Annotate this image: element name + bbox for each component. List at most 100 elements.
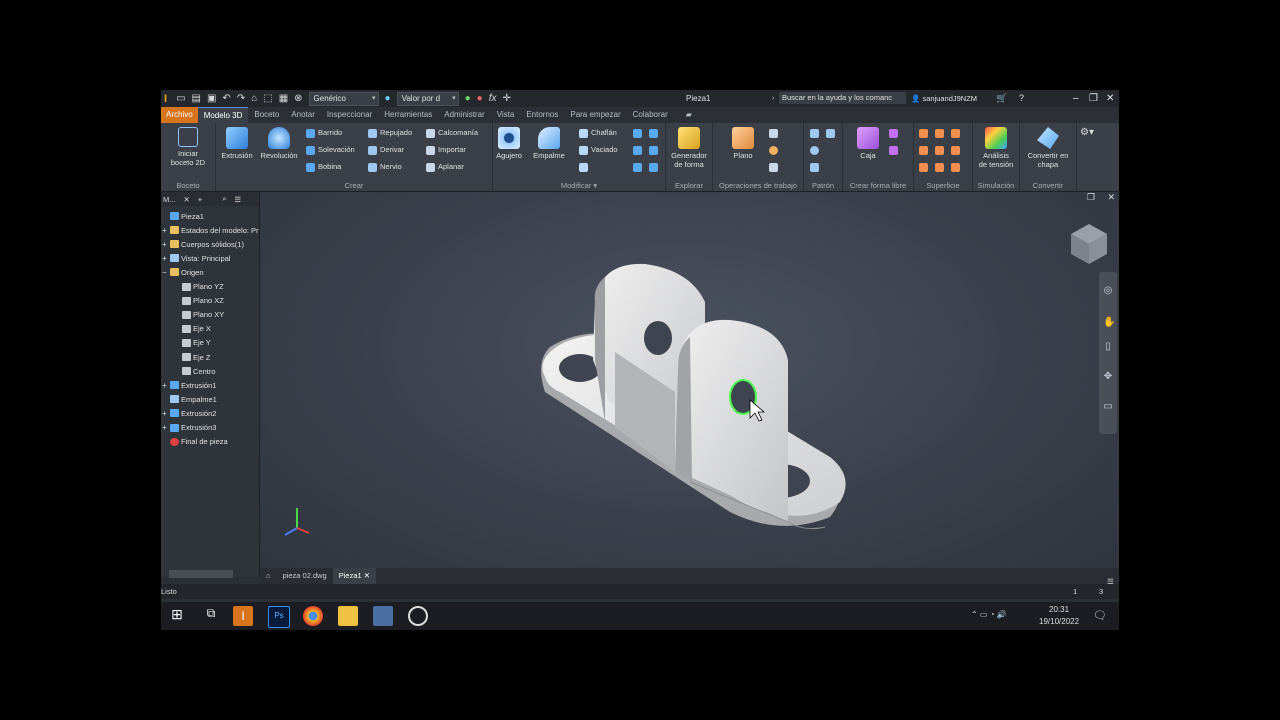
fillet-button[interactable]: Empalme — [529, 127, 569, 160]
expand-icon[interactable]: + — [162, 409, 170, 418]
tab-archivo[interactable]: Archivo — [161, 107, 198, 123]
redo-icon[interactable]: ↷ — [237, 90, 245, 107]
home-icon[interactable]: ⌂ — [251, 90, 257, 107]
doc-tab-pieza-02[interactable]: pieza 02.dwg — [277, 568, 333, 584]
status-menu-icon[interactable]: ☰ — [1107, 574, 1114, 589]
unwrap-button[interactable]: Aplanar — [426, 161, 464, 173]
user-account[interactable]: 👤 sanjuandJ9NZM — [911, 90, 977, 107]
tree-item-plano-xy[interactable]: Plano XY — [174, 309, 224, 321]
tree-item-vista-principal[interactable]: + Vista: Principal — [162, 252, 230, 264]
thicken-icon[interactable] — [649, 129, 658, 138]
select-icon[interactable]: ⬚ — [263, 90, 272, 107]
clock-date[interactable]: 19/10/2022 — [1039, 617, 1079, 626]
zoom-icon[interactable]: ▯ — [1103, 342, 1113, 352]
start-sketch-button[interactable]: Iniciar boceto 2D — [167, 127, 209, 167]
calculator-icon[interactable] — [373, 606, 393, 626]
stitch-icon[interactable] — [919, 129, 928, 138]
decal-button[interactable]: Calcomanía — [426, 127, 478, 139]
rectangular-pattern-icon[interactable] — [810, 129, 819, 138]
open-icon[interactable]: ▤ — [192, 90, 201, 107]
thread-icon[interactable] — [649, 146, 658, 155]
tree-item-origen[interactable]: − Origen — [162, 266, 204, 278]
stress-analysis-button[interactable]: Análisis de tensión — [974, 127, 1018, 169]
move-face-icon[interactable] — [633, 163, 642, 172]
viewport-restore-icon[interactable]: ❐ — [1087, 192, 1095, 203]
tree-item-eje-y[interactable]: Eje Y — [174, 337, 211, 349]
axis-icon[interactable] — [769, 129, 778, 138]
ruled-surface-icon[interactable] — [919, 163, 928, 172]
tree-item-estados-del-modelo-pr[interactable]: + Estados del modelo: Pr — [162, 224, 259, 236]
freeform-face-icon[interactable] — [889, 146, 898, 155]
extrude-button[interactable]: Extrusión — [219, 127, 255, 160]
ucs-icon[interactable] — [769, 163, 778, 172]
help-search-input[interactable]: Buscar en la ayuda y los comanc — [779, 92, 906, 104]
panel-label-modificar[interactable]: Modificar ▾ — [493, 181, 665, 190]
formula-icon[interactable]: fx — [489, 90, 497, 107]
viewport-close-icon[interactable]: ✕ — [1107, 192, 1115, 203]
tree-item-pieza1[interactable]: Pieza1 — [162, 210, 204, 222]
tab-modelo-3d[interactable]: Modelo 3D — [197, 106, 249, 124]
circular-pattern-icon[interactable] — [810, 146, 819, 155]
look-at-icon[interactable]: ▭ — [1103, 402, 1113, 412]
home-tab-icon[interactable]: ⌂ — [260, 568, 277, 584]
browser-scrollbar[interactable] — [169, 570, 233, 578]
tree-item-centro[interactable]: Centro — [174, 365, 216, 377]
close-doc-icon[interactable]: ⊗ — [294, 90, 302, 107]
close-tab-icon[interactable]: ✕ — [364, 571, 370, 580]
box-button[interactable]: Caja — [853, 127, 883, 160]
derive-button[interactable]: Derivar — [368, 144, 404, 156]
appearance-select[interactable]: Genérico — [308, 91, 379, 106]
tab-inspeccionar[interactable]: Inspeccionar — [321, 107, 378, 123]
draft-icon[interactable] — [633, 146, 642, 155]
chamfer-button[interactable]: Chaflán — [579, 127, 617, 139]
file-explorer-icon[interactable] — [338, 606, 358, 626]
chevron-right-icon[interactable]: › — [772, 90, 774, 107]
convert-sheet-metal-button[interactable]: Convertir en chapa — [1021, 127, 1075, 169]
expand-icon[interactable]: + — [162, 226, 170, 235]
orbit-icon[interactable]: ✥ — [1103, 372, 1113, 382]
chrome-icon[interactable] — [303, 606, 323, 626]
coil-button[interactable]: Bobina — [306, 161, 341, 173]
appearance-icon[interactable]: ● — [385, 90, 391, 107]
tree-item-cuerpos-sólidos-1-[interactable]: + Cuerpos sólidos(1) — [162, 238, 244, 250]
graphics-viewport[interactable]: ◎ ✋ ▯ ✥ ▭ ❐ ✕ — [260, 192, 1119, 577]
tree-item-extrusión2[interactable]: + Extrusión2 — [162, 407, 216, 419]
move-icon[interactable]: ✛ — [502, 90, 510, 107]
freeform-edit-icon[interactable] — [889, 129, 898, 138]
tab-administrar[interactable]: Administrar — [438, 107, 490, 123]
tree-item-plano-xz[interactable]: Plano XZ — [174, 295, 224, 307]
windows-start-icon[interactable]: ⊞ — [167, 606, 187, 626]
replace-face-icon[interactable] — [951, 146, 960, 155]
inventor-logo-icon[interactable]: I — [164, 93, 167, 105]
close-browser-icon[interactable]: ✕ — [184, 195, 190, 204]
material-select[interactable]: Valor por d — [396, 91, 459, 106]
doc-tab-pieza1[interactable]: Pieza1 ✕ — [332, 568, 377, 584]
import-button[interactable]: Importar — [426, 144, 466, 156]
bracket-part[interactable] — [541, 263, 846, 530]
recorder-icon[interactable] — [408, 606, 428, 626]
save-icon[interactable]: ▣ — [207, 90, 216, 107]
undo-icon[interactable]: ↶ — [222, 90, 230, 107]
split-icon[interactable] — [579, 163, 588, 172]
clear-appearance-icon[interactable]: ● — [477, 90, 483, 107]
menu-icon[interactable]: ☰ — [234, 195, 241, 204]
close-icon[interactable]: ✕ — [1106, 90, 1114, 107]
expand-icon[interactable]: − — [162, 268, 170, 277]
task-view-icon[interactable]: ⧉ — [201, 606, 221, 626]
tab-anotar[interactable]: Anotar — [285, 107, 321, 123]
minimize-icon[interactable]: – — [1073, 90, 1079, 107]
color-icon[interactable]: ● — [465, 90, 471, 107]
tree-item-extrusión3[interactable]: + Extrusión3 — [162, 422, 216, 434]
tree-item-empalme1[interactable]: Empalme1 — [162, 393, 217, 405]
hole-button[interactable]: Agujero — [493, 127, 525, 160]
notification-icon[interactable]: 🗨 — [1093, 609, 1107, 622]
plane-button[interactable]: Plano — [725, 127, 761, 160]
update-icon[interactable]: ▦ — [279, 90, 288, 107]
rib-button[interactable]: Nervio — [368, 161, 402, 173]
view-cube-icon[interactable] — [1071, 224, 1107, 264]
clock-time[interactable]: 20:31 — [1049, 605, 1069, 614]
sketch-pattern-icon[interactable] — [810, 163, 819, 172]
combine-icon[interactable] — [633, 129, 642, 138]
tree-item-final-de-pieza[interactable]: Final de pieza — [162, 436, 228, 448]
repair-icon[interactable] — [935, 163, 944, 172]
